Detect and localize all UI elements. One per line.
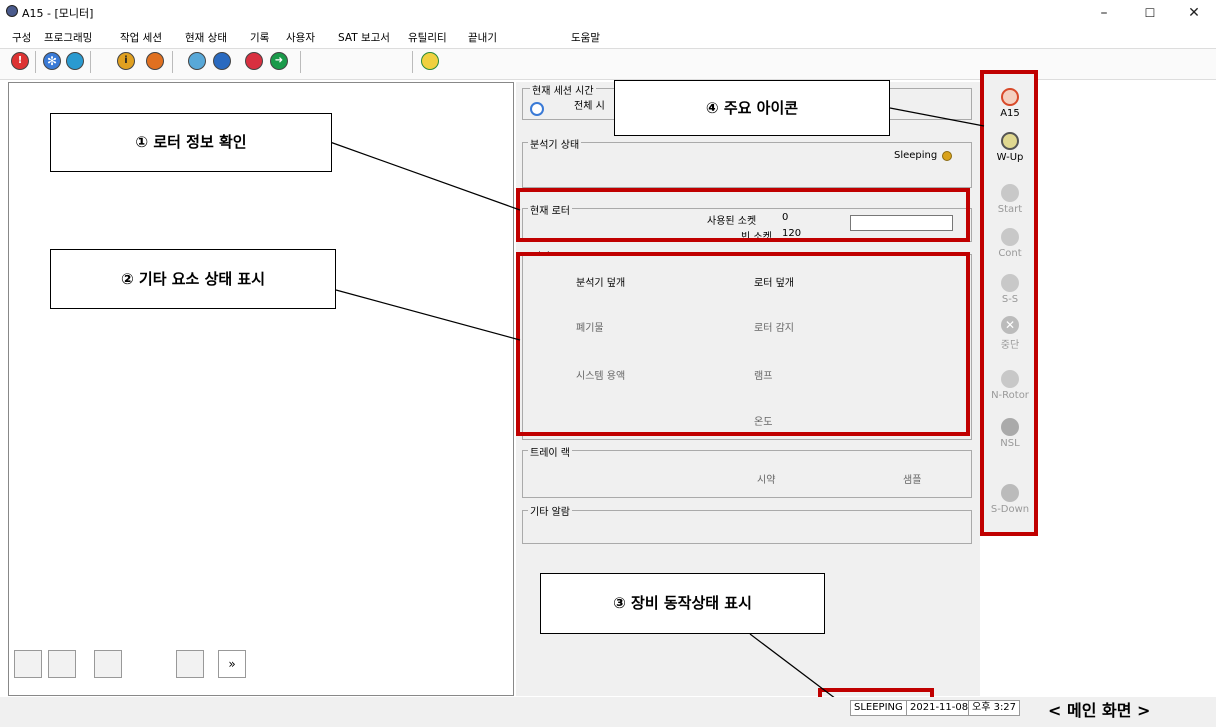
connector-other-status (335, 289, 521, 341)
connector-rotor-info (329, 141, 521, 211)
status-bar (0, 697, 1216, 727)
callout-device-status: ③ 장비 동작상태 표시 (540, 573, 825, 634)
figure-caption: < 메인 화면 > (1048, 701, 1151, 720)
status-time: 오후 3:27 (968, 700, 1021, 716)
callout-other-status: ② 기타 요소 상태 표시 (50, 249, 336, 309)
status-date: 2021-11-08 (906, 700, 973, 716)
connector-main-icons (889, 107, 985, 127)
callout-rotor-info: ① 로터 정보 확인 (50, 113, 332, 172)
status-state: SLEEPING (850, 700, 907, 716)
callout-main-icons: ④ 주요 아이콘 (614, 80, 890, 136)
